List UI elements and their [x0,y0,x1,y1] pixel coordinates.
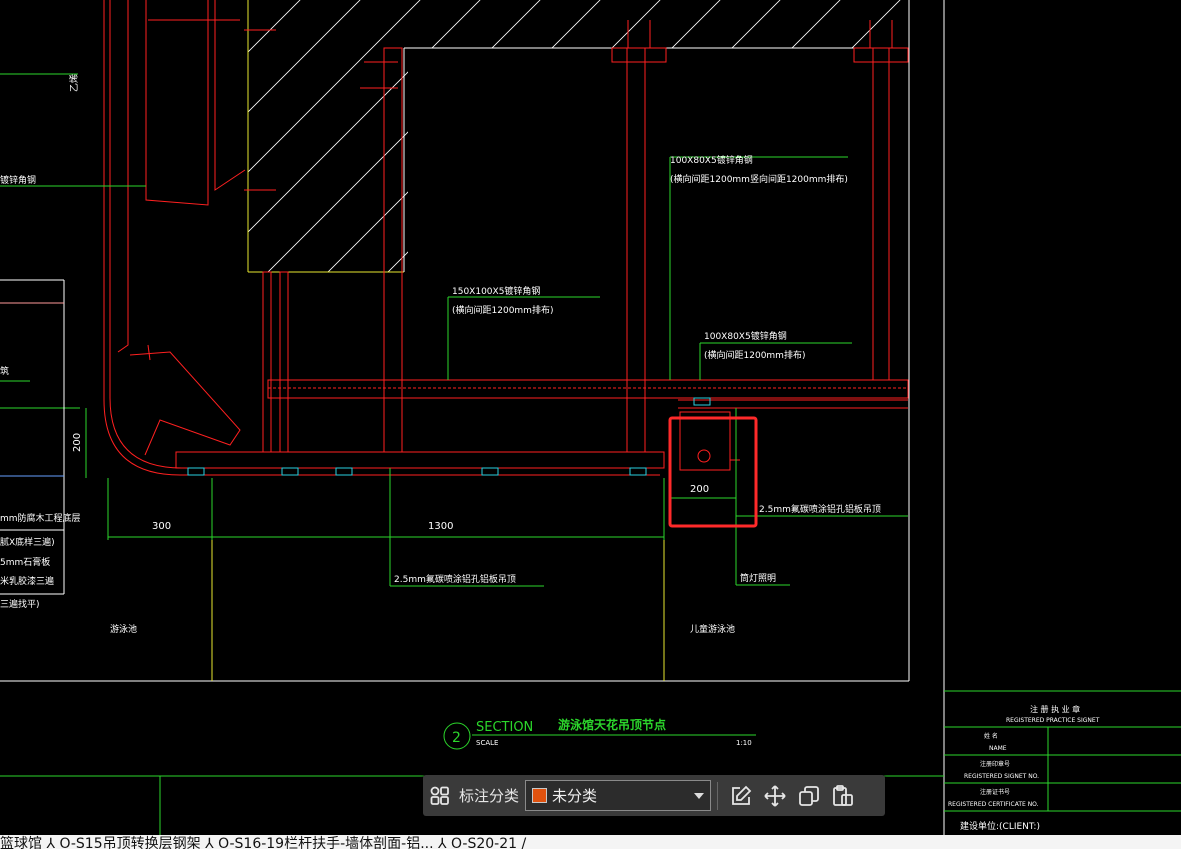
move-icon[interactable] [758,779,792,813]
annotation-steel-100x80-b: 100X80X5镀锌角钢 [704,330,787,342]
annotation-steel-150x100: 150X100X5镀锌角钢 [452,285,540,297]
title-block: 注 册 执 业 章 REGISTERED PRACTICE SIGNET 姓 名… [944,690,1181,832]
annotation-steel-100x80-note: (横向间距1200mm竖向间距1200mm排布) [670,173,848,185]
annotation-steel-100x80: 100X80X5镀锌角钢 [670,154,753,166]
concrete-slab [247,0,908,273]
annotation-aluminum-right: 2.5mm氟碳喷涂铝孔铝板吊顶 [759,503,881,515]
legend-row-5: 三遍找平) [0,598,40,610]
section-marker: 2 SECTION 游泳馆天花吊顶节点 SCALE 1:10 [443,717,752,750]
title-practice-cn: 注 册 执 业 章 [1030,704,1080,714]
dimension-200-left: 200 [72,433,83,452]
chevron-down-icon [694,793,705,799]
layout-tabs[interactable]: 篮球馆 ⅄ O-S15吊顶转换层钢架 ⅄ O-S16-19栏杆扶手-墙体剖面-铝… [0,835,1181,849]
label-vertical: 乙烯 [68,74,80,92]
category-select-value: 未分类 [552,787,598,805]
section-label: SECTION [476,720,533,735]
annotation-lamp: 筒灯照明 [740,572,776,584]
yellow-guide-lines [211,540,665,681]
dimension-1300: 1300 [428,521,453,532]
title-signet-cn: 注册印章号 [980,760,1010,768]
dimension-200-box: 200 [690,484,709,495]
dimension-300: 300 [152,521,171,532]
layout-tabs-text[interactable]: 篮球馆 ⅄ O-S15吊顶转换层钢架 ⅄ O-S16-19栏杆扶手-墙体剖面-铝… [0,835,526,849]
legend-row-1: mm防腐木工程底层 [0,512,81,524]
grid-icon[interactable] [423,779,457,813]
annotation-toolbar: 标注分类 未分类 [423,775,885,816]
paste-icon[interactable] [826,779,860,813]
legend-row-3: 5mm石膏板 [0,556,50,568]
annotation-steel-100x80-b-note: (横向间距1200mm排布) [704,349,805,361]
drawing-frame [0,0,945,835]
legend-left-a: 筑 [0,365,9,377]
title-practice-en: REGISTERED PRACTICE SIGNET [1006,717,1100,724]
title-name-cn: 姓 名 [984,732,998,740]
title-client: 建设单位:(CLIENT:) [960,820,1040,832]
title-name-en: NAME [989,745,1007,752]
category-color-swatch [532,788,548,803]
scale-label: SCALE [476,739,498,747]
cad-drawing-canvas[interactable]: 100X80X5镀锌角钢 (横向间距1200mm竖向间距1200mm排布) 15… [0,0,1181,849]
annotation-steel-150x100-note: (横向间距1200mm排布) [452,304,553,316]
scale-value: 1:10 [736,739,752,747]
highlight-box [668,416,758,528]
edit-icon[interactable] [724,779,758,813]
legend-row-4: 米乳胶漆三遍 [0,575,54,587]
dimension-lines [0,73,944,835]
category-select[interactable]: 未分类 [525,780,712,811]
annotation-aluminum-bottom: 2.5mm氟碳喷涂铝孔铝板吊顶 [394,573,516,585]
title-cert-en: REGISTERED CERTIFICATE NO. [948,801,1039,808]
copy-icon[interactable] [792,779,826,813]
label-pool-right: 儿童游泳池 [690,623,735,635]
section-title: 游泳馆天花吊顶节点 [558,717,666,732]
label-pool-left: 游泳池 [110,623,137,635]
title-signet-en: REGISTERED SIGNET NO. [964,773,1039,780]
toolbar-separator [717,781,719,810]
label-left-1: 镀锌角钢 [0,174,36,186]
category-label: 标注分类 [459,787,520,805]
section-number: 2 [452,730,461,746]
title-cert-cn: 注册证书号 [980,788,1010,796]
fixing-plates [187,397,711,476]
legend-row-2: 腻X底样三遍) [0,536,55,548]
